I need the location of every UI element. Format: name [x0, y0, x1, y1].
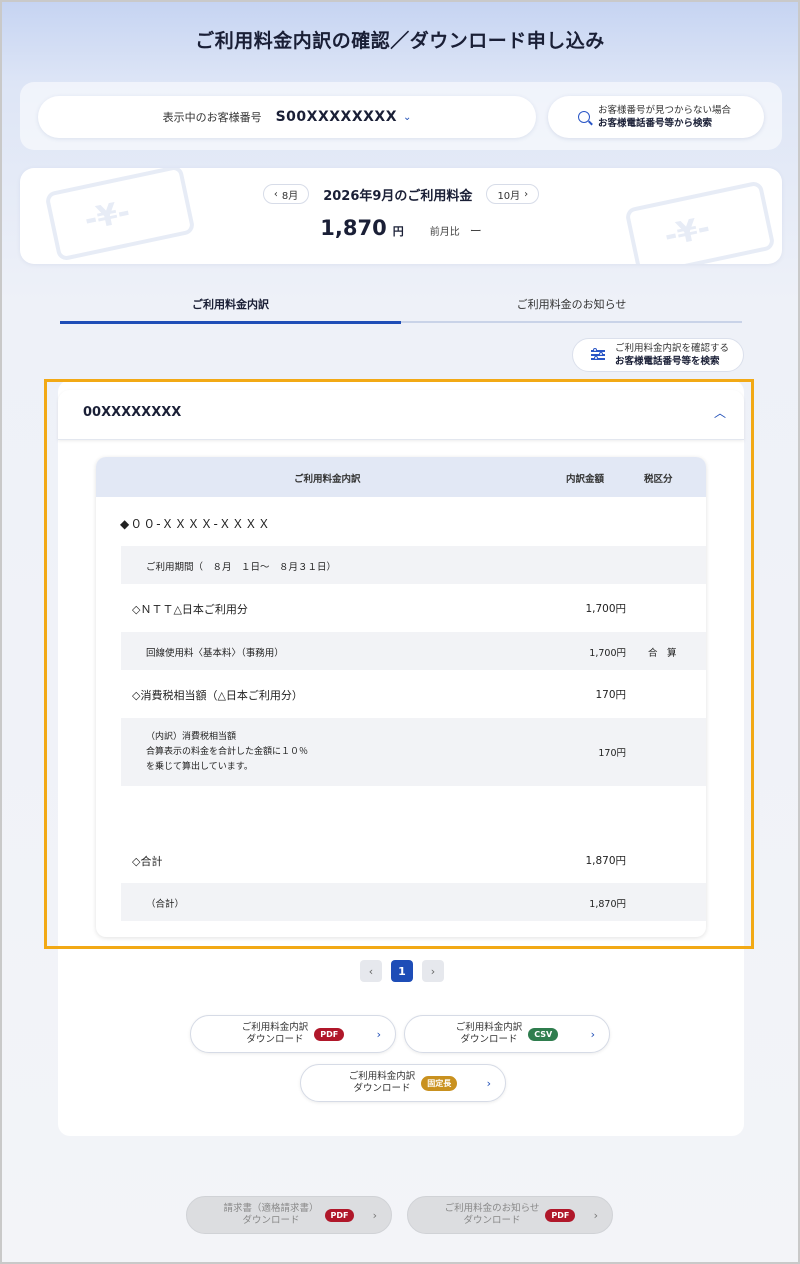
row-label: ◇ＮＴＴ△日本ご利用分	[132, 603, 248, 616]
row-label: ご利用期間（ ８月 １日～ ８月３１日）	[146, 562, 337, 573]
filter-line2: お客様電話番号等を検索	[615, 356, 720, 367]
filter-line1: ご利用料金内訳を確認する	[615, 343, 730, 354]
chevron-right-icon: ›	[376, 1028, 381, 1041]
table-row: （合計） 1,870円	[121, 883, 706, 921]
chevron-right-icon: ›	[486, 1077, 491, 1090]
download-breakdown-csv-button[interactable]: ご利用料金内訳 ダウンロード CSV ›	[404, 1015, 610, 1053]
table-row: ◇消費税相当額（△日本ご利用分） 170円	[96, 683, 706, 707]
page-current-button[interactable]: 1	[391, 960, 413, 982]
table-row: ◆００-ＸＸＸＸ-ＸＸＸＸ	[96, 515, 706, 539]
pdf-badge: PDF	[324, 1208, 355, 1222]
download-label: ダウンロード	[242, 1215, 300, 1226]
row-amount: 170円	[598, 748, 626, 759]
prev-month-label: 8月	[281, 190, 299, 202]
chevron-up-icon: ︿	[713, 406, 726, 420]
sliders-icon	[591, 348, 605, 361]
download-label: ダウンロード	[353, 1083, 411, 1094]
download-breakdown-pdf-button[interactable]: ご利用料金内訳 ダウンロード PDF ›	[190, 1015, 396, 1053]
tab-bar: ご利用料金内訳 ご利用料金のお知らせ	[60, 290, 742, 324]
breakdown-table: ご利用料金内訳 内訳金額 税区分 ◆００-ＸＸＸＸ-ＸＸＸＸ ご利用期間（ ８月…	[96, 457, 706, 937]
row-label: （合計）	[146, 899, 185, 910]
row-label: ◇合計	[132, 855, 163, 868]
row-label: （内訳）消費税相当額	[146, 732, 237, 742]
billing-month-title: 2026年9月のご利用料金	[323, 188, 473, 204]
header-item: ご利用料金内訳	[294, 474, 361, 485]
csv-badge: CSV	[528, 1027, 559, 1041]
yen-card-icon: -¥-	[44, 168, 196, 262]
chevron-down-icon: ⌄	[403, 111, 412, 123]
billing-amount: 1,870	[320, 216, 387, 240]
tab-notice[interactable]: ご利用料金のお知らせ	[401, 290, 742, 323]
row-label: を乗じて算出しています。	[146, 762, 253, 772]
account-label: 表示中のお客様番号	[162, 111, 262, 124]
search-account-button[interactable]: お客様番号が見つからない場合 お客様電話番号等から検索	[548, 96, 764, 138]
tab-breakdown[interactable]: ご利用料金内訳	[60, 290, 401, 324]
row-amount: 1,700円	[585, 603, 626, 615]
table-row: ご利用期間（ ８月 １日～ ８月３１日）	[121, 546, 706, 584]
download-label: ご利用料金のお知らせ	[444, 1203, 540, 1214]
header-tax: 税区分	[644, 474, 673, 485]
prev-month-button[interactable]: ‹ 8月	[262, 184, 310, 204]
page-title: ご利用料金内訳の確認／ダウンロード申し込み	[195, 30, 605, 52]
chevron-left-icon: ‹	[273, 188, 278, 200]
download-label: ダウンロード	[246, 1034, 304, 1045]
compare-label: 前月比	[429, 227, 460, 238]
search-phone-button[interactable]: ご利用料金内訳を確認する お客様電話番号等を検索	[572, 338, 744, 372]
search-icon	[578, 111, 590, 123]
row-label: 合算表示の料金を合計した金額に１０％	[146, 747, 309, 757]
row-amount: 1,870円	[589, 899, 626, 910]
account-number: S00XXXXXXXX	[275, 109, 398, 125]
table-row: ◇合計 1,870円	[96, 849, 706, 873]
pdf-badge: PDF	[314, 1027, 345, 1041]
download-label: ご利用料金内訳	[348, 1071, 416, 1082]
next-month-button[interactable]: 10月 ›	[486, 184, 540, 204]
table-row: ◇ＮＴＴ△日本ご利用分 1,700円	[96, 597, 706, 621]
download-label: ダウンロード	[460, 1034, 518, 1045]
page-prev-button[interactable]: ‹	[360, 960, 382, 982]
accordion-number: 00XXXXXXXX	[83, 405, 182, 420]
row-amount: 1,870円	[585, 855, 626, 867]
account-selector[interactable]: 表示中のお客様番号 S00XXXXXXXX ⌄	[38, 96, 536, 138]
billing-summary-card: -¥- -¥- ‹ 8月 2026年9月のご利用料金 10月 › 1,870 円…	[20, 168, 782, 264]
accordion-header[interactable]: 00XXXXXXXX ︿	[58, 390, 744, 440]
search-line1: お客様番号が見つからない場合	[598, 105, 732, 116]
table-row: 回線使用料〈基本料〉（事務用） 1,700円 合 算	[121, 632, 706, 670]
row-tax: 合 算	[648, 648, 677, 659]
table-header: ご利用料金内訳 内訳金額 税区分	[96, 457, 706, 497]
download-label: 請求書（適格請求書）	[223, 1203, 319, 1214]
download-breakdown-fixed-button[interactable]: ご利用料金内訳 ダウンロード 固定長 ›	[300, 1064, 506, 1102]
chevron-right-icon: ›	[593, 1209, 598, 1222]
chevron-right-icon: ›	[372, 1209, 377, 1222]
amount-unit: 円	[392, 225, 404, 238]
chevron-right-icon: ›	[590, 1028, 595, 1041]
download-label: ご利用料金内訳	[241, 1022, 309, 1033]
download-label: ご利用料金内訳	[455, 1022, 523, 1033]
page-next-button[interactable]: ›	[422, 960, 444, 982]
table-row: （内訳）消費税相当額 合算表示の料金を合計した金額に１０％ を乗じて算出していま…	[121, 718, 706, 786]
fixed-length-badge: 固定長	[421, 1075, 458, 1091]
compare-value: ー	[469, 224, 482, 238]
row-label: 回線使用料〈基本料〉（事務用）	[146, 648, 284, 659]
account-bar: 表示中のお客様番号 S00XXXXXXXX ⌄ お客様番号が見つからない場合 お…	[20, 82, 782, 150]
chevron-right-icon: ›	[524, 188, 529, 200]
download-notice-pdf-button[interactable]: ご利用料金のお知らせ ダウンロード PDF ›	[407, 1196, 613, 1234]
pagination: ‹ 1 ›	[360, 960, 444, 982]
row-label: ◇消費税相当額（△日本ご利用分）	[132, 689, 303, 702]
page-frame: ご利用料金内訳の確認／ダウンロード申し込み 表示中のお客様番号 S00XXXXX…	[0, 0, 800, 1264]
row-label: ◆００-ＸＸＸＸ-ＸＸＸＸ	[120, 517, 271, 531]
row-amount: 1,700円	[589, 648, 626, 659]
pdf-badge: PDF	[545, 1208, 576, 1222]
download-label: ダウンロード	[463, 1215, 521, 1226]
search-line2: お客様電話番号等から検索	[598, 118, 713, 129]
next-month-label: 10月	[497, 190, 521, 202]
row-amount: 170円	[595, 689, 626, 701]
download-invoice-pdf-button[interactable]: 請求書（適格請求書） ダウンロード PDF ›	[186, 1196, 392, 1234]
header-amount: 内訳金額	[566, 474, 605, 485]
